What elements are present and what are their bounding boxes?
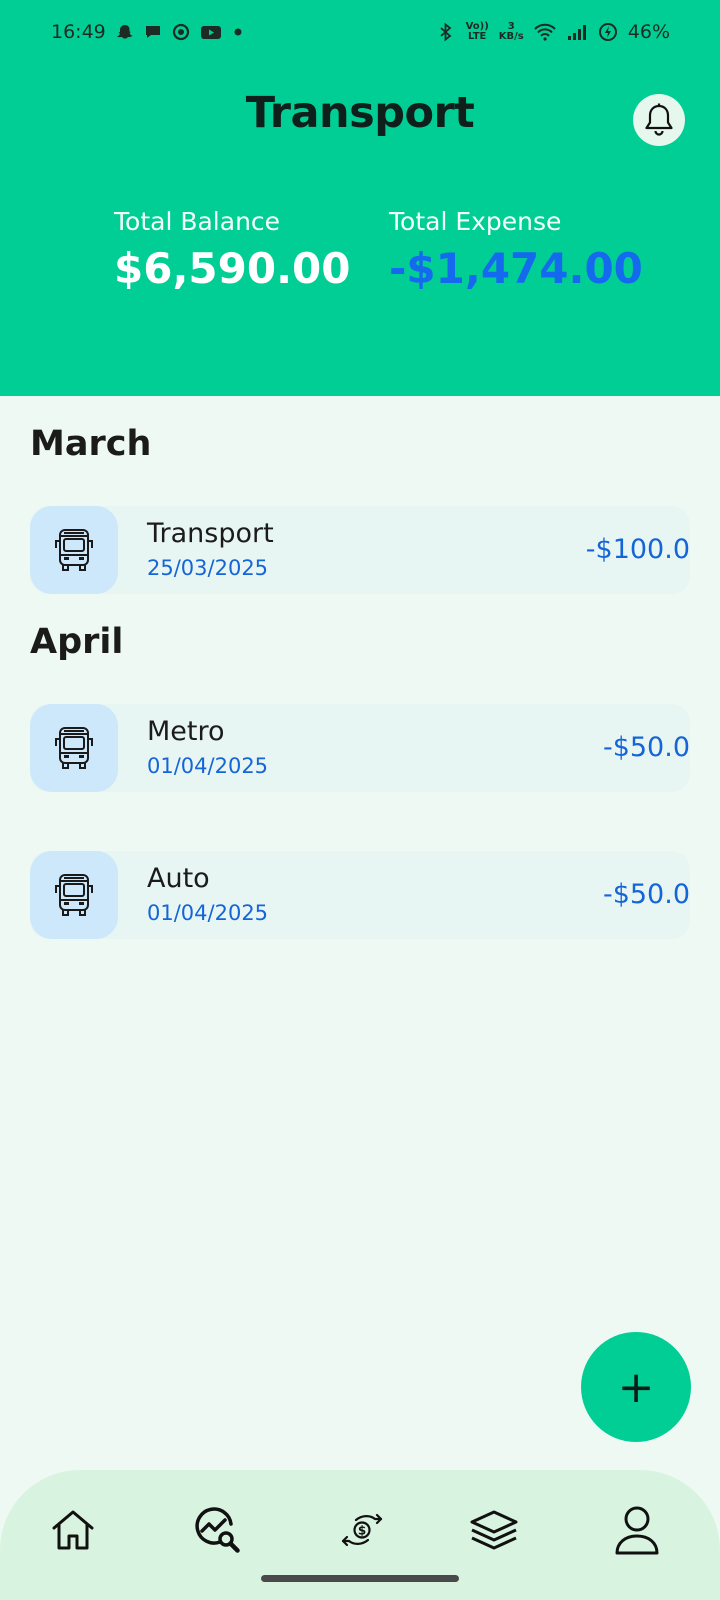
transaction-amount: -$100.0 (585, 534, 690, 565)
youtube-icon (200, 23, 222, 41)
transaction-date: 25/03/2025 (147, 556, 269, 580)
total-expense-value: -$1,474.00 (389, 244, 643, 293)
transaction-name: Transport (147, 518, 274, 549)
transaction-icon-tile (30, 851, 118, 939)
notification-button[interactable] (633, 94, 685, 146)
status-bar: 16:49 Vo)) LTE 3 KB/s 46% (0, 0, 720, 64)
profile-icon (615, 1506, 659, 1555)
dot-icon (232, 26, 244, 38)
nav-categories[interactable] (466, 1502, 522, 1558)
bell-icon (645, 103, 673, 136)
total-balance-value: $6,590.00 (114, 244, 351, 293)
transaction-name: Metro (147, 716, 225, 747)
bus-icon (55, 727, 93, 769)
total-balance-label: Total Balance (114, 207, 281, 236)
network-speed: 3 KB/s (498, 21, 524, 42)
page-title: Transport (245, 88, 475, 138)
bus-icon (55, 874, 93, 916)
signal-icon (566, 23, 588, 41)
transactions-icon: $ (341, 1513, 383, 1547)
app-icon (172, 23, 190, 41)
battery-percent: 46% (627, 21, 670, 43)
bus-icon (55, 529, 93, 571)
transaction-row[interactable]: Metro 01/04/2025 -$50.0 (30, 704, 690, 792)
transaction-row[interactable]: Transport 25/03/2025 -$100.0 (30, 506, 690, 594)
transaction-amount: -$50.0 (602, 732, 690, 763)
transaction-icon-tile (30, 704, 118, 792)
svg-text:$: $ (358, 1524, 366, 1538)
wifi-icon (534, 23, 556, 41)
status-time: 16:49 (51, 21, 106, 43)
transaction-amount: -$50.0 (602, 879, 690, 910)
battery-charging-icon (598, 22, 618, 42)
analysis-icon (195, 1507, 240, 1553)
nav-analysis[interactable] (189, 1502, 245, 1558)
transaction-date: 01/04/2025 (147, 754, 269, 778)
snapchat-icon (116, 23, 134, 41)
plus-icon: + (617, 1361, 655, 1413)
layers-icon (470, 1510, 518, 1550)
transaction-row[interactable]: Auto 01/04/2025 -$50.0 (30, 851, 690, 939)
month-heading-april: April (30, 622, 124, 662)
month-heading-march: March (30, 424, 152, 464)
nav-transactions[interactable]: $ (334, 1502, 390, 1558)
transaction-date: 01/04/2025 (147, 901, 269, 925)
transaction-name: Auto (147, 863, 210, 894)
bluetooth-icon (436, 22, 456, 42)
volte-indicator: Vo)) LTE (465, 21, 489, 42)
add-expense-button[interactable]: + (581, 1332, 691, 1442)
home-indicator[interactable] (261, 1575, 459, 1582)
home-icon (52, 1510, 94, 1550)
nav-profile[interactable] (609, 1502, 665, 1558)
transaction-icon-tile (30, 506, 118, 594)
nav-home[interactable] (45, 1502, 101, 1558)
total-expense-label: Total Expense (389, 207, 562, 236)
chat-icon (144, 23, 162, 41)
